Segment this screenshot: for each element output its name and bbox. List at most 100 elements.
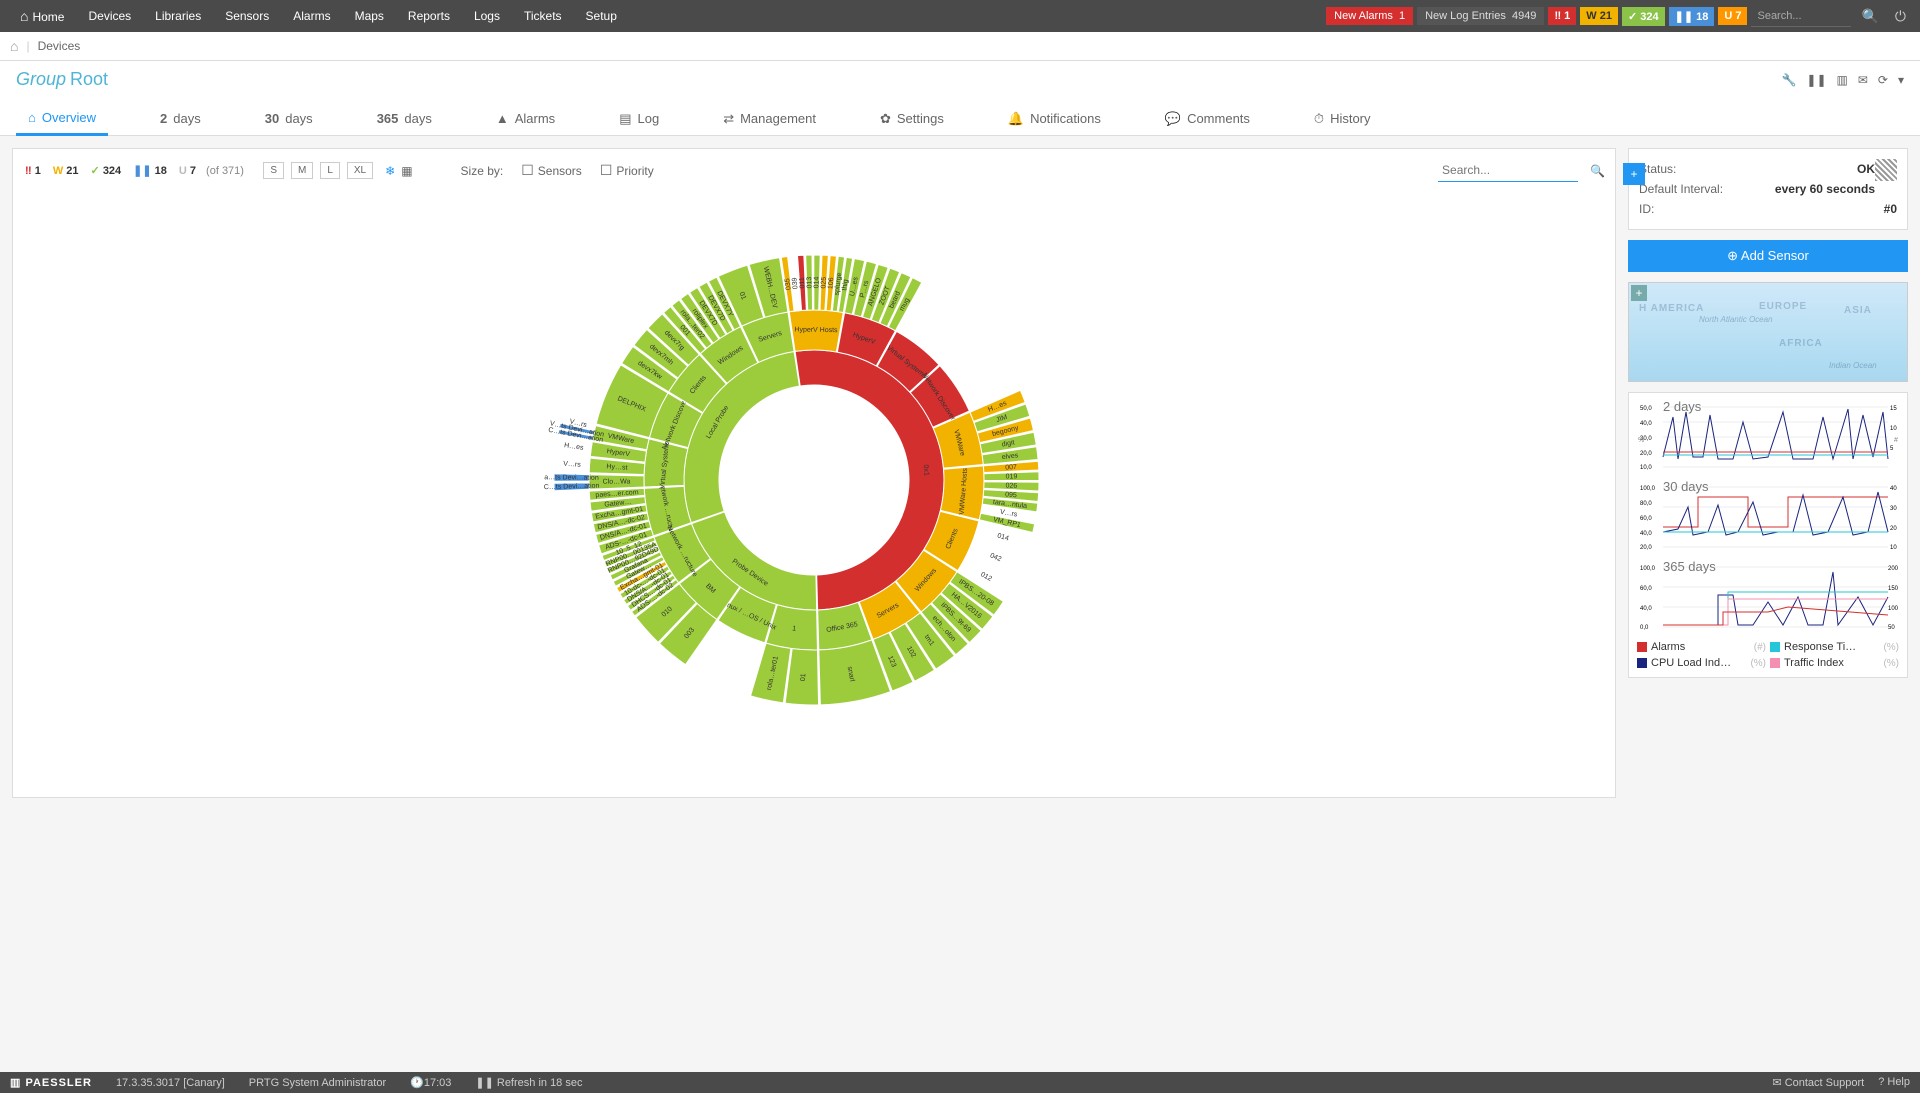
tab-30days[interactable]: 30days xyxy=(253,102,325,135)
wrench-icon[interactable]: 🔧 xyxy=(1781,73,1796,87)
svg-text:100,0: 100,0 xyxy=(1640,566,1656,572)
filter-warn[interactable]: 21 xyxy=(51,163,81,179)
sunburst-search-input[interactable] xyxy=(1438,159,1578,182)
footer: PAESSLER 17.3.35.3017 [Canary] PRTG Syst… xyxy=(0,1072,1920,1093)
pause-icon[interactable]: ❚❚ xyxy=(1806,73,1826,87)
add-sensor-button[interactable]: Add Sensor xyxy=(1628,240,1908,272)
svg-text:5: 5 xyxy=(1890,446,1894,452)
svg-text:60,0: 60,0 xyxy=(1640,516,1652,522)
size-m[interactable]: M xyxy=(291,162,313,179)
tab-overview[interactable]: ⌂Overview xyxy=(16,102,108,136)
tab-365days[interactable]: 365days xyxy=(365,102,444,135)
svg-text:026: 026 xyxy=(1005,483,1017,490)
filter-down[interactable]: 1 xyxy=(23,163,43,179)
add-button[interactable]: + xyxy=(1623,163,1645,185)
svg-text:095: 095 xyxy=(1005,491,1017,499)
svg-text:0x1: 0x1 xyxy=(922,464,930,476)
breadcrumb: | Devices xyxy=(0,32,1920,61)
nav-devices[interactable]: Devices xyxy=(76,0,143,32)
svg-text:10,0: 10,0 xyxy=(1640,465,1652,471)
svg-text:013: 013 xyxy=(806,277,813,289)
tab-log[interactable]: ▤Log xyxy=(607,102,671,135)
nav-home[interactable]: Home xyxy=(8,0,76,33)
status-paused-badge[interactable]: ❚❚ 18 xyxy=(1669,7,1715,26)
tab-management[interactable]: ⇄Management xyxy=(711,102,828,135)
svg-text:100,0: 100,0 xyxy=(1640,486,1656,492)
nav-alarms[interactable]: Alarms xyxy=(281,0,342,32)
map-thumbnail[interactable]: + H AMERICA EUROPE ASIA AFRICA North Atl… xyxy=(1628,282,1908,382)
tab-notifications[interactable]: 🔔Notifications xyxy=(996,102,1113,135)
size-by-label: Size by: xyxy=(461,164,504,178)
tab-2days[interactable]: 2days xyxy=(148,102,213,135)
refresh-icon[interactable]: ⟳ xyxy=(1878,73,1888,87)
filter-up[interactable]: 324 xyxy=(89,162,124,179)
size-by-priority[interactable]: Priority xyxy=(600,162,654,179)
dropdown-icon[interactable]: ▾ xyxy=(1898,73,1904,87)
refresh-label: ❚❚ Refresh in 18 sec xyxy=(475,1076,582,1089)
mini-chart-365days[interactable]: 365 days 100,060,040,00,0 20015010050 xyxy=(1633,557,1903,637)
size-l[interactable]: L xyxy=(320,162,340,179)
breadcrumb-devices[interactable]: Devices xyxy=(38,39,81,53)
title-actions: 🔧 ❚❚ ▥ ✉ ⟳ ▾ xyxy=(1781,73,1904,87)
search-icon[interactable]: 🔍 xyxy=(1590,164,1605,178)
svg-text:019: 019 xyxy=(1006,473,1018,480)
chart-icon[interactable]: ▥ xyxy=(1837,73,1848,87)
svg-text:Clo…Wa: Clo…Wa xyxy=(603,478,631,485)
global-search-input[interactable] xyxy=(1751,6,1851,27)
nav-setup[interactable]: Setup xyxy=(574,0,629,32)
tabs: ⌂Overview 2days 30days 365days ▲Alarms ▤… xyxy=(0,90,1920,136)
mini-chart-2days[interactable]: 2 days 50,040,030,020,010,0 15105 %# xyxy=(1633,397,1903,477)
sunburst-toolbar: 1 21 324 18 7 (of 371) S M L XL ❄▦ Size … xyxy=(23,159,1605,190)
tab-settings[interactable]: ✿Settings xyxy=(868,102,956,135)
svg-text:a…ts Devi…ation: a…ts Devi…ation xyxy=(544,474,599,482)
nav-sensors[interactable]: Sensors xyxy=(213,0,281,32)
nav-logs[interactable]: Logs xyxy=(462,0,512,32)
svg-text:40,0: 40,0 xyxy=(1640,606,1652,612)
tab-history[interactable]: ⏱History xyxy=(1302,102,1383,135)
sunburst-panel: 1 21 324 18 7 (of 371) S M L XL ❄▦ Size … xyxy=(12,148,1616,798)
svg-text:007: 007 xyxy=(1005,464,1017,472)
svg-text:%: % xyxy=(1638,437,1644,444)
svg-text:01: 01 xyxy=(800,673,807,681)
svg-text:60,0: 60,0 xyxy=(1640,586,1652,592)
qr-icon[interactable] xyxy=(1875,159,1897,181)
contact-support[interactable]: ✉ Contact Support xyxy=(1772,1076,1864,1089)
status-panel: Status:OK Default Interval:every 60 seco… xyxy=(1628,148,1908,230)
svg-text:50,0: 50,0 xyxy=(1640,406,1652,412)
svg-text:40,0: 40,0 xyxy=(1640,531,1652,537)
view-grid-icon[interactable]: ▦ xyxy=(401,164,412,178)
size-by-sensors[interactable]: Sensors xyxy=(521,162,582,179)
nav-reports[interactable]: Reports xyxy=(396,0,462,32)
svg-text:15: 15 xyxy=(1890,406,1897,412)
new-alarms-badge[interactable]: New Alarms 1 xyxy=(1326,7,1413,25)
svg-text:100: 100 xyxy=(1888,606,1899,612)
mini-chart-30days[interactable]: 30 days 100,080,060,040,020,0 40302010 xyxy=(1633,477,1903,557)
search-icon[interactable]: 🔍 xyxy=(1855,8,1884,25)
sunburst-chart[interactable]: 0x1Probe DeviceLocal ProbeHyperV HostsHy… xyxy=(534,200,1094,760)
new-log-badge[interactable]: New Log Entries 4949 xyxy=(1417,7,1544,25)
status-down-badge[interactable]: ‼ 1 xyxy=(1548,7,1576,25)
nav-maps[interactable]: Maps xyxy=(343,0,396,32)
view-sunburst-icon[interactable]: ❄ xyxy=(385,164,395,178)
tab-comments[interactable]: 💬Comments xyxy=(1153,102,1262,135)
status-unusual-badge[interactable]: U 7 xyxy=(1718,7,1747,25)
size-xl[interactable]: XL xyxy=(347,162,373,179)
svg-text:50: 50 xyxy=(1888,625,1895,631)
status-up-badge[interactable]: ✓ 324 xyxy=(1622,7,1665,26)
brand-logo[interactable]: PAESSLER xyxy=(10,1076,92,1089)
size-s[interactable]: S xyxy=(263,162,284,179)
svg-text:HyperV Hosts: HyperV Hosts xyxy=(794,327,838,335)
filter-paused[interactable]: 18 xyxy=(131,162,169,179)
nav-tickets[interactable]: Tickets xyxy=(512,0,574,32)
home-icon[interactable] xyxy=(10,38,18,54)
svg-text:200: 200 xyxy=(1888,566,1899,572)
tab-alarms[interactable]: ▲Alarms xyxy=(484,102,567,135)
map-zoom-icon[interactable]: + xyxy=(1631,285,1647,301)
filter-unusual[interactable]: 7 xyxy=(177,163,198,179)
mail-icon[interactable]: ✉ xyxy=(1858,73,1868,87)
svg-text:10: 10 xyxy=(1890,426,1897,432)
status-warn-badge[interactable]: W 21 xyxy=(1580,7,1618,25)
nav-libraries[interactable]: Libraries xyxy=(143,0,213,32)
help-link[interactable]: ? Help xyxy=(1878,1076,1910,1089)
power-icon[interactable]: ⏻ xyxy=(1889,8,1912,25)
